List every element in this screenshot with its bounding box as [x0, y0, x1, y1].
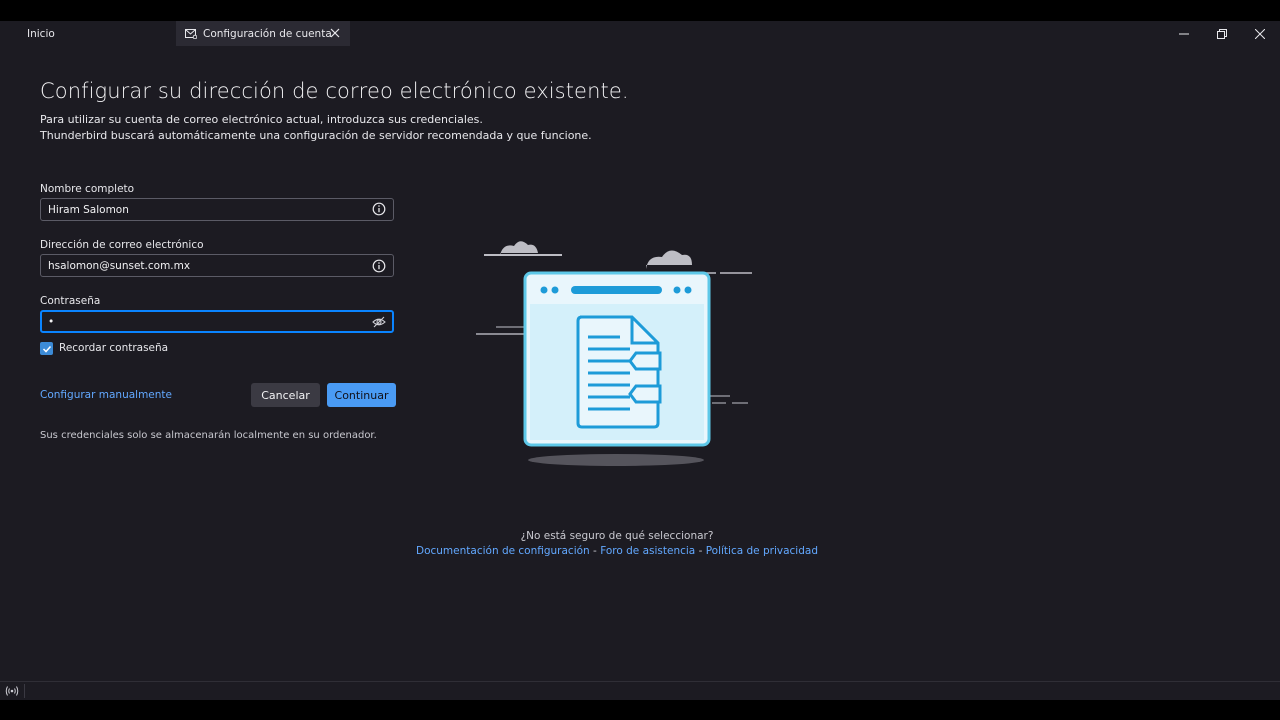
mail-settings-icon [185, 28, 197, 39]
link-separator: - [589, 545, 601, 557]
continue-button[interactable]: Continuar [327, 383, 396, 407]
email-field[interactable] [40, 254, 394, 277]
tab-bar: Inicio Configuración de cuenta [0, 21, 1280, 46]
cancel-button[interactable]: Cancelar [251, 383, 320, 407]
tab-account-setup[interactable]: Configuración de cuenta [176, 21, 350, 46]
online-status-icon[interactable] [5, 685, 19, 697]
link-separator: - [695, 545, 706, 557]
email-label: Dirección de correo electrónico [40, 239, 204, 251]
help-links: Documentación de configuración - Foro de… [0, 545, 1234, 557]
status-bar [0, 681, 1280, 700]
info-icon[interactable] [372, 202, 386, 216]
remember-password-label[interactable]: Recordar contraseña [59, 342, 168, 354]
restore-button[interactable] [1203, 21, 1241, 46]
password-field[interactable] [40, 310, 394, 333]
support-forum-link[interactable]: Foro de asistencia [600, 545, 695, 557]
full-name-label: Nombre completo [40, 183, 135, 195]
privacy-policy-link[interactable]: Política de privacidad [706, 545, 818, 557]
toggle-password-visibility-icon[interactable] [372, 315, 386, 329]
password-label: Contraseña [40, 295, 101, 307]
page-description-line2: Thunderbird buscará automáticamente una … [40, 129, 592, 142]
top-black-bar [0, 0, 1280, 21]
minimize-button[interactable] [1165, 21, 1203, 46]
help-question: ¿No está seguro de qué seleccionar? [520, 530, 714, 542]
status-divider [24, 684, 25, 698]
tab-home-label: Inicio [27, 27, 55, 40]
close-icon [1255, 28, 1265, 39]
close-window-button[interactable] [1241, 21, 1279, 46]
checkmark-icon [42, 345, 51, 353]
manual-config-link[interactable]: Configurar manualmente [40, 389, 172, 401]
page-title: Configurar su dirección de correo electr… [40, 79, 629, 103]
page-description-line1: Para utilizar su cuenta de correo electr… [40, 113, 483, 126]
tab-home[interactable]: Inicio [0, 21, 176, 46]
bottom-black-bar [0, 700, 1280, 720]
restore-icon [1217, 28, 1227, 39]
info-icon[interactable] [372, 259, 386, 273]
minimize-icon [1179, 33, 1189, 34]
credentials-note: Sus credenciales solo se almacenarán loc… [40, 430, 377, 441]
full-name-field[interactable] [40, 198, 394, 221]
config-docs-link[interactable]: Documentación de configuración [416, 545, 590, 557]
account-setup-page: Configurar su dirección de correo electr… [0, 46, 1280, 681]
remember-password-checkbox[interactable] [40, 342, 53, 355]
tab-account-setup-label: Configuración de cuenta [203, 27, 332, 40]
account-setup-illustration [476, 241, 752, 466]
close-tab-icon[interactable] [329, 27, 341, 39]
